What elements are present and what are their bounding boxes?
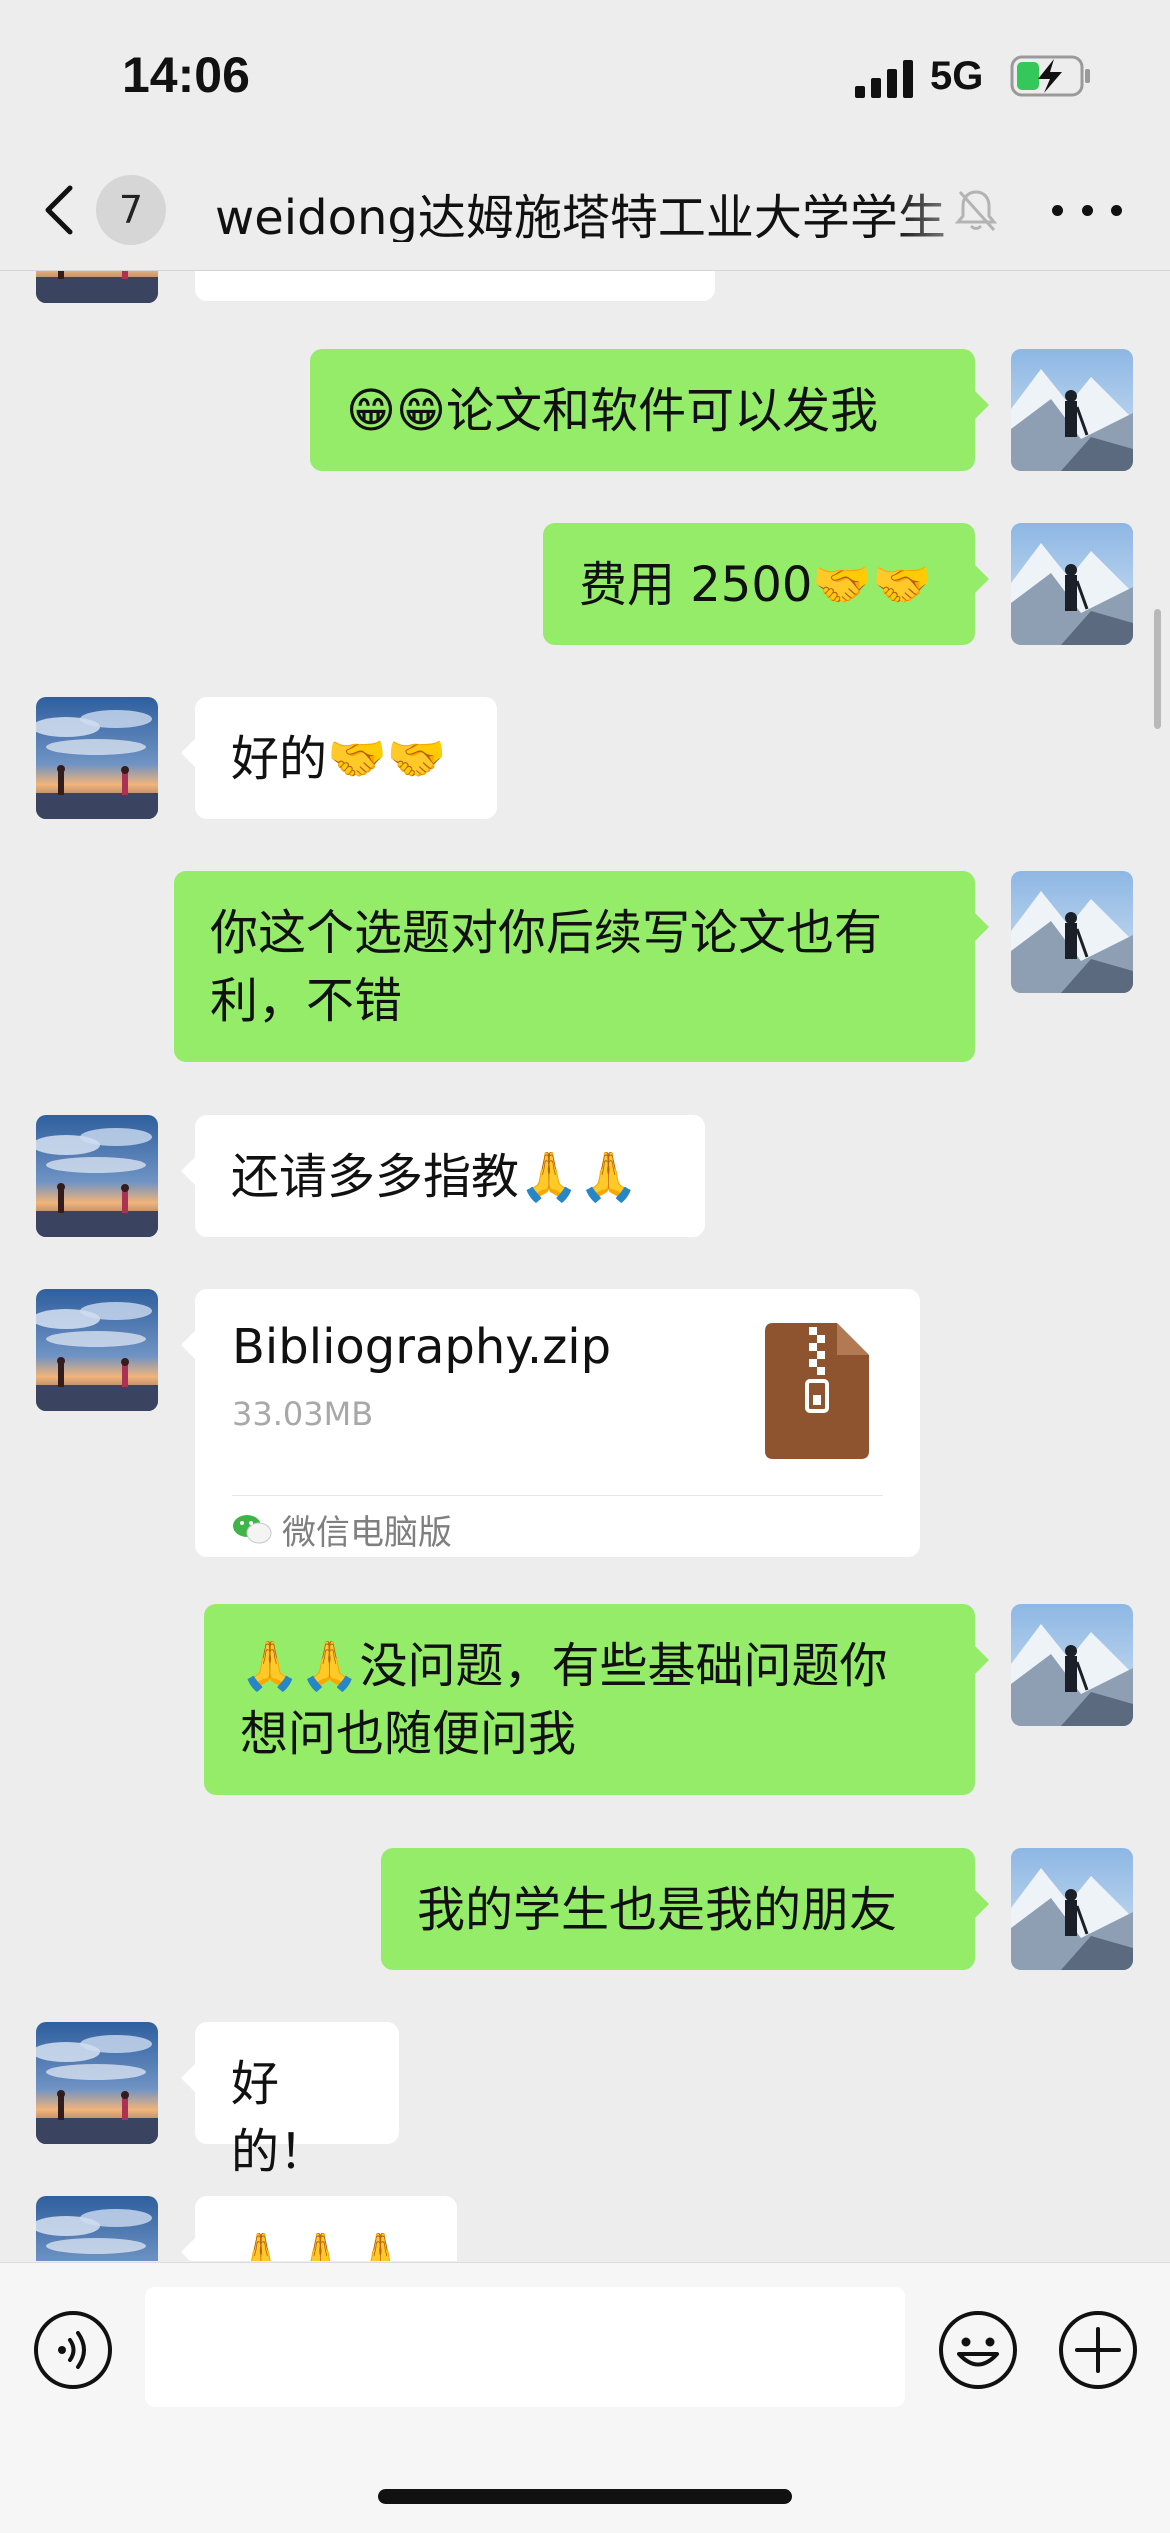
contact-avatar[interactable] (36, 2022, 158, 2144)
message-bubble[interactable]: 还请多多指教🙏🙏 (181, 1115, 705, 1237)
message-bubble[interactable]: 我的学生也是我的朋友 (381, 1848, 989, 1970)
my-avatar[interactable] (1011, 871, 1133, 993)
bell-slash-icon (954, 190, 998, 232)
unread-count-badge: 7 (96, 175, 166, 245)
contact-avatar[interactable] (36, 697, 158, 819)
my-avatar[interactable] (1011, 1604, 1133, 1726)
scrollbar[interactable] (1154, 609, 1161, 729)
battery-charging-icon (1010, 55, 1090, 97)
file-source-label: 微信电脑版 (282, 1512, 452, 1553)
file-name: Bibliography.zip (232, 1319, 612, 1375)
message-line: 🙏🙏没问题，有些基础问题你 (240, 1638, 888, 1694)
message-list[interactable]: 😁😁论文和软件可以发我 费用 2500🤝🤝 好的🤝🤝 你这个选题对你后续写论文也… (0, 271, 1170, 2261)
voice-icon[interactable] (32, 2309, 114, 2391)
cellular-signal-icon (855, 60, 913, 98)
wechat-icon (233, 1515, 272, 1544)
message-bubble[interactable]: 费用 2500🤝🤝 (543, 523, 989, 645)
home-indicator[interactable] (378, 2489, 792, 2504)
my-avatar[interactable] (1011, 349, 1133, 471)
contact-avatar[interactable] (36, 1115, 158, 1237)
message-bubble-partial[interactable] (195, 271, 715, 301)
status-bar: 14:06 5G (0, 0, 1170, 150)
chat-title[interactable]: weidong达姆施塔特工业大学学生 (215, 178, 1005, 242)
chat-header: 7 weidong达姆施塔特工业大学学生 (0, 150, 1170, 271)
my-avatar[interactable] (1011, 523, 1133, 645)
message-input[interactable] (145, 2287, 905, 2407)
message-bubble[interactable]: 好的！ (181, 2022, 399, 2180)
smiley-icon[interactable] (937, 2309, 1019, 2391)
message-bubble[interactable]: 好的🤝🤝 (181, 697, 497, 819)
more-options-button[interactable] (1052, 190, 1122, 230)
file-card-divider (232, 1495, 883, 1496)
back-button[interactable]: 7 (40, 172, 180, 248)
contact-avatar[interactable] (36, 2196, 158, 2261)
more-horizontal-icon (1052, 204, 1063, 216)
file-size: 33.03MB (232, 1395, 374, 1433)
file-source: 微信电脑版 (232, 1507, 452, 1553)
zip-file-icon (765, 1323, 869, 1459)
message-line: 利，不错 (210, 973, 403, 1029)
contact-avatar[interactable] (36, 271, 158, 303)
message-bubble[interactable]: 你这个选题对你后续写论文也有 利，不错 (174, 871, 989, 1062)
plus-icon[interactable] (1057, 2309, 1139, 2391)
message-bubble[interactable]: 🙏🙏🙏 (181, 2196, 457, 2261)
my-avatar[interactable] (1011, 1848, 1133, 1970)
status-time: 14:06 (122, 47, 250, 103)
contact-avatar[interactable] (36, 1289, 158, 1411)
message-bubble[interactable]: 🙏🙏没问题，有些基础问题你 想问也随便问我 (204, 1604, 989, 1795)
message-bubble[interactable]: 😁😁论文和软件可以发我 (310, 349, 989, 471)
message-line: 你这个选题对你后续写论文也有 (210, 905, 883, 961)
file-message-card[interactable]: Bibliography.zip 33.03MB 微信电脑版 (181, 1289, 920, 1557)
network-type: 5G (930, 54, 984, 98)
message-line: 想问也随便问我 (240, 1706, 577, 1762)
chevron-left-icon (45, 185, 73, 235)
